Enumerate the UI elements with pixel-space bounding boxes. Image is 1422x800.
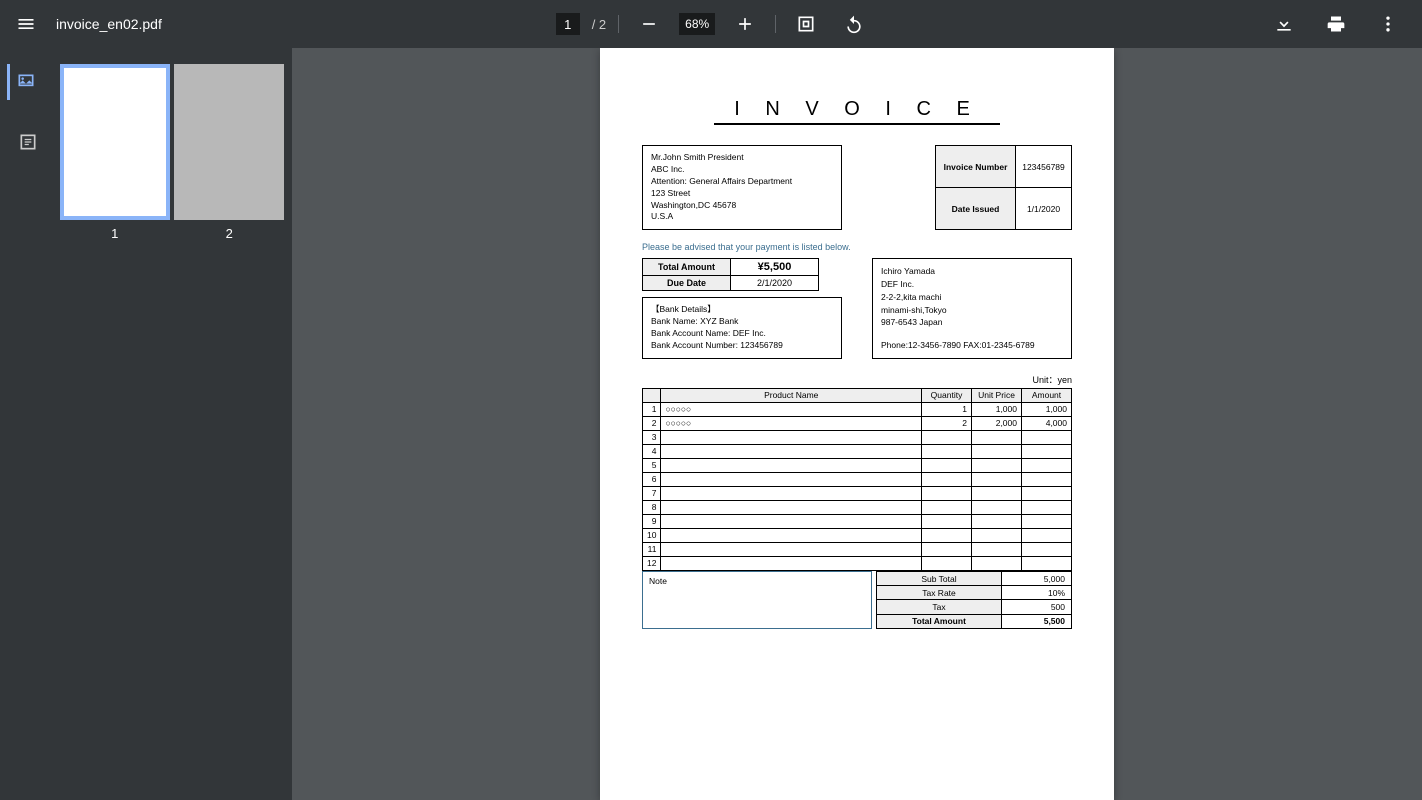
table-row: 6 — [643, 472, 1072, 486]
table-row: 10 — [643, 528, 1072, 542]
more-icon[interactable] — [1370, 6, 1406, 42]
summary-table: Total Amount¥5,500 Due Date2/1/2020 — [642, 258, 819, 291]
items-table: Product Name Quantity Unit Price Amount … — [642, 388, 1072, 571]
separator — [618, 15, 619, 33]
table-row: 4 — [643, 444, 1072, 458]
totals-table: Sub Total5,000 Tax Rate10% Tax500 Total … — [876, 571, 1072, 629]
thumbnail-page-1[interactable]: 1 — [60, 64, 170, 241]
col-price: Unit Price — [972, 388, 1022, 402]
zoom-out-icon[interactable] — [631, 6, 667, 42]
thumbnails-tab-icon[interactable] — [7, 64, 43, 100]
zoom-in-icon[interactable] — [727, 6, 763, 42]
col-amount: Amount — [1022, 388, 1072, 402]
page-number-input[interactable] — [556, 13, 580, 35]
invoice-title: I N V O I C E — [714, 98, 1000, 125]
download-icon[interactable] — [1266, 6, 1302, 42]
table-row: 2○○○○○22,0004,000 — [643, 416, 1072, 430]
note-box: Note — [642, 571, 872, 629]
table-row: 11 — [643, 542, 1072, 556]
filename: invoice_en02.pdf — [56, 16, 162, 32]
sidebar-rail — [0, 48, 52, 800]
pdf-page: I N V O I C E Mr.John Smith President AB… — [600, 48, 1114, 800]
fit-page-icon[interactable] — [788, 6, 824, 42]
page-viewer[interactable]: I N V O I C E Mr.John Smith President AB… — [292, 48, 1422, 800]
table-row: 9 — [643, 514, 1072, 528]
outline-tab-icon[interactable] — [8, 124, 44, 160]
separator — [775, 15, 776, 33]
table-row: 1○○○○○11,0001,000 — [643, 402, 1072, 416]
table-row: 3 — [643, 430, 1072, 444]
pdf-toolbar: invoice_en02.pdf / 2 68% — [0, 0, 1422, 48]
invoice-meta-table: Invoice Number123456789 Date Issued1/1/2… — [935, 145, 1072, 230]
menu-icon[interactable] — [8, 6, 44, 42]
thumbnail-label: 2 — [174, 226, 284, 241]
bill-to-box: Mr.John Smith President ABC Inc. Attenti… — [642, 145, 842, 230]
vendor-box: Ichiro Yamada DEF Inc. 2-2-2,kita machi … — [872, 258, 1072, 359]
content-area: 1 2 I N V O I C E Mr.John Smith Presiden… — [0, 48, 1422, 800]
table-row: 5 — [643, 458, 1072, 472]
unit-label: Unit：yen — [642, 373, 1072, 386]
thumbnail-page-2[interactable]: 2 — [174, 64, 284, 241]
thumbnail-panel: 1 2 — [52, 48, 292, 800]
bank-details-box: 【Bank Details】 Bank Name: XYZ Bank Bank … — [642, 297, 842, 359]
table-row: 7 — [643, 486, 1072, 500]
table-row: 12 — [643, 556, 1072, 570]
rotate-icon[interactable] — [836, 6, 872, 42]
col-qty: Quantity — [922, 388, 972, 402]
zoom-level: 68% — [679, 13, 715, 35]
notice-text: Please be advised that your payment is l… — [642, 242, 1072, 252]
thumbnail-label: 1 — [60, 226, 170, 241]
table-row: 8 — [643, 500, 1072, 514]
col-product: Product Name — [661, 388, 922, 402]
print-icon[interactable] — [1318, 6, 1354, 42]
thumbnail-image — [60, 64, 170, 220]
page-total: / 2 — [592, 17, 606, 32]
thumbnail-image — [174, 64, 284, 220]
